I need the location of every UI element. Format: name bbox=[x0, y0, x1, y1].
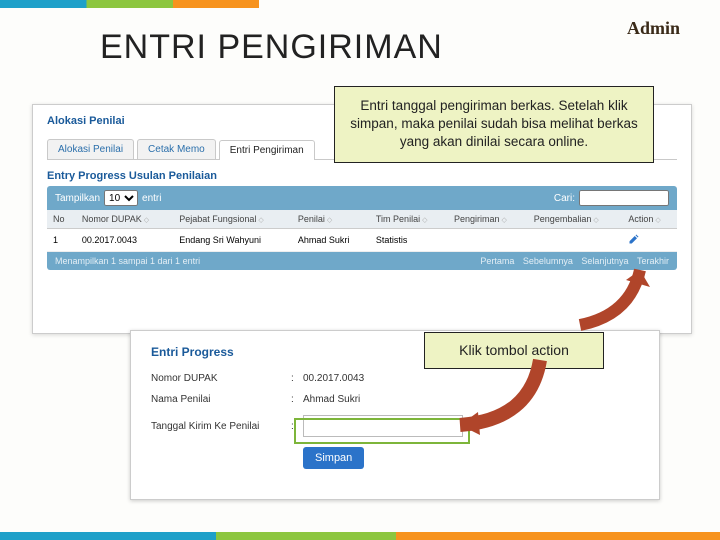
label-nomor: Nomor DUPAK bbox=[151, 373, 291, 384]
pager-first[interactable]: Pertama bbox=[480, 256, 514, 266]
callout-action: Klik tombol action bbox=[424, 332, 604, 369]
table-row: 1 00.2017.0043 Endang Sri Wahyuni Ahmad … bbox=[47, 229, 677, 252]
pager-prev[interactable]: Sebelumnya bbox=[523, 256, 573, 266]
top-stripe bbox=[0, 0, 720, 8]
col-pejabat[interactable]: Pejabat Fungsional◇ bbox=[173, 210, 292, 229]
search-label: Cari: bbox=[554, 193, 575, 204]
col-nomor[interactable]: Nomor DUPAK◇ bbox=[76, 210, 173, 229]
col-pengembalian[interactable]: Pengembalian◇ bbox=[528, 210, 623, 229]
cell-no: 1 bbox=[47, 229, 76, 252]
value-penilai: Ahmad Sukri bbox=[303, 394, 360, 405]
table-toolbar: Tampilkan 10 entri Cari: bbox=[47, 186, 677, 210]
search-input[interactable] bbox=[579, 190, 669, 206]
cell-tim: Statistis bbox=[370, 229, 448, 252]
pager-last[interactable]: Terakhir bbox=[637, 256, 669, 266]
cell-pengembalian bbox=[528, 229, 623, 252]
pencil-icon bbox=[628, 233, 640, 245]
pager-next[interactable]: Selanjutnya bbox=[581, 256, 628, 266]
pager: Menampilkan 1 sampai 1 dari 1 entri Pert… bbox=[47, 252, 677, 270]
cell-pengiriman bbox=[448, 229, 528, 252]
page-title: ENTRI PENGIRIMAN bbox=[100, 28, 443, 67]
tab-alokasi-penilai[interactable]: Alokasi Penilai bbox=[47, 139, 134, 159]
highlight-input bbox=[294, 418, 470, 444]
per-page-suffix: entri bbox=[142, 193, 161, 204]
per-page-select[interactable]: 10 bbox=[104, 190, 138, 206]
label-penilai: Nama Penilai bbox=[151, 394, 291, 405]
action-button[interactable] bbox=[628, 237, 640, 247]
cell-action bbox=[622, 229, 677, 252]
show-label: Tampilkan bbox=[55, 193, 100, 204]
col-tim[interactable]: Tim Penilai◇ bbox=[370, 210, 448, 229]
tab-entri-pengiriman[interactable]: Entri Pengiriman bbox=[219, 140, 315, 160]
save-button[interactable]: Simpan bbox=[303, 447, 364, 469]
col-no[interactable]: No bbox=[47, 210, 76, 229]
tab-cetak-memo[interactable]: Cetak Memo bbox=[137, 139, 216, 159]
cell-nomor: 00.2017.0043 bbox=[76, 229, 173, 252]
bottom-stripe bbox=[0, 532, 720, 540]
value-nomor: 00.2017.0043 bbox=[303, 373, 364, 384]
pager-info: Menampilkan 1 sampai 1 dari 1 entri bbox=[55, 256, 200, 266]
role-badge: Admin bbox=[627, 18, 680, 39]
section-heading: Entry Progress Usulan Penilaian bbox=[33, 160, 691, 186]
callout-instruction: Entri tanggal pengiriman berkas. Setelah… bbox=[334, 86, 654, 163]
cell-pejabat: Endang Sri Wahyuni bbox=[173, 229, 292, 252]
col-penilai[interactable]: Penilai◇ bbox=[292, 210, 370, 229]
form-row-nomor: Nomor DUPAK : 00.2017.0043 bbox=[151, 373, 639, 384]
data-table: No Nomor DUPAK◇ Pejabat Fungsional◇ Peni… bbox=[47, 210, 677, 252]
col-action: Action◇ bbox=[622, 210, 677, 229]
cell-penilai: Ahmad Sukri bbox=[292, 229, 370, 252]
form-row-penilai: Nama Penilai : Ahmad Sukri bbox=[151, 394, 639, 405]
col-pengiriman[interactable]: Pengiriman◇ bbox=[448, 210, 528, 229]
label-tanggal: Tanggal Kirim Ke Penilai bbox=[151, 421, 291, 432]
